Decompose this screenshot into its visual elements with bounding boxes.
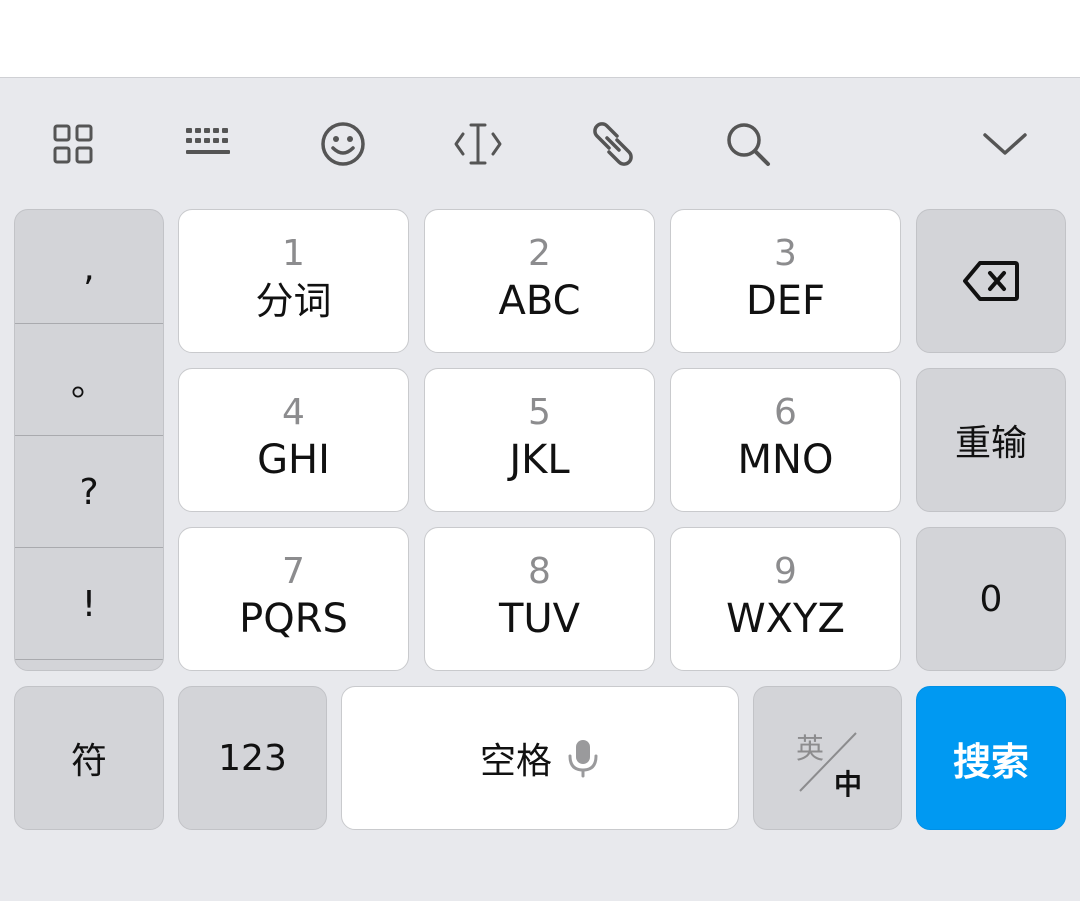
numbers-button[interactable]: 123 xyxy=(178,686,327,830)
clipboard-link-icon[interactable] xyxy=(585,118,641,170)
punct-comma[interactable]: , xyxy=(15,212,163,324)
key-letters: MNO xyxy=(737,437,834,483)
microphone-icon xyxy=(568,740,598,778)
key-letters: DEF xyxy=(745,278,826,324)
key-9-wxyz[interactable]: 9 WXYZ xyxy=(670,527,901,671)
punct-exclamation[interactable]: ! xyxy=(15,548,163,660)
key-1-segment[interactable]: 1 分词 xyxy=(178,209,409,353)
search-icon[interactable] xyxy=(720,118,776,170)
symbols-label: 符 xyxy=(70,741,107,782)
key-letters: TUV xyxy=(498,596,581,642)
symbols-button[interactable]: 符 xyxy=(14,686,164,830)
space-button[interactable]: 空格 xyxy=(341,686,739,830)
punctuation-list[interactable]: , 。 ? ! xyxy=(14,209,164,671)
lang-chinese-label: 中 xyxy=(834,768,863,801)
zero-label: 0 xyxy=(979,578,1003,620)
key-letters: 分词 xyxy=(255,279,332,323)
key-letters: ABC xyxy=(498,278,581,324)
key-8-tuv[interactable]: 8 TUV xyxy=(424,527,655,671)
key-6-mno[interactable]: 6 MNO xyxy=(670,368,901,512)
emoji-icon[interactable] xyxy=(315,118,371,170)
backspace-icon xyxy=(963,261,1019,301)
key-letters: GHI xyxy=(257,437,330,483)
zero-button[interactable]: 0 xyxy=(916,527,1066,671)
key-digit: 9 xyxy=(774,551,797,592)
numbers-label: 123 xyxy=(218,737,287,779)
key-5-jkl[interactable]: 5 JKL xyxy=(424,368,655,512)
keyboard-icon[interactable] xyxy=(180,118,236,170)
key-letters: WXYZ xyxy=(726,596,845,642)
key-7-pqrs[interactable]: 7 PQRS xyxy=(178,527,409,671)
key-digit: 6 xyxy=(774,392,797,433)
key-digit: 7 xyxy=(282,551,305,592)
search-button[interactable]: 搜索 xyxy=(916,686,1066,830)
key-digit: 1 xyxy=(282,233,305,274)
reset-label: 重输 xyxy=(954,423,1027,464)
key-3-def[interactable]: 3 DEF xyxy=(670,209,901,353)
divider xyxy=(15,659,163,660)
key-digit: 3 xyxy=(774,233,797,274)
key-4-ghi[interactable]: 4 GHI xyxy=(178,368,409,512)
punct-period[interactable]: 。 xyxy=(15,324,163,436)
key-letters: JKL xyxy=(509,437,570,483)
chevron-down-icon[interactable] xyxy=(977,118,1033,170)
cursor-icon[interactable] xyxy=(450,118,506,170)
space-label: 空格 xyxy=(479,741,552,782)
grid-icon[interactable] xyxy=(45,118,101,170)
key-digit: 8 xyxy=(528,551,551,592)
punct-question[interactable]: ? xyxy=(15,436,163,548)
key-digit: 4 xyxy=(282,392,305,433)
reset-button[interactable]: 重输 xyxy=(916,368,1066,512)
key-digit: 2 xyxy=(528,233,551,274)
key-digit: 5 xyxy=(528,392,551,433)
text-input-area xyxy=(0,0,1080,78)
key-letters: PQRS xyxy=(239,596,348,642)
key-2-abc[interactable]: 2 ABC xyxy=(424,209,655,353)
language-switch-button[interactable]: 英 中 xyxy=(753,686,902,830)
slash-divider xyxy=(799,732,857,792)
backspace-button[interactable] xyxy=(916,209,1066,353)
search-label: 搜索 xyxy=(952,739,1029,784)
